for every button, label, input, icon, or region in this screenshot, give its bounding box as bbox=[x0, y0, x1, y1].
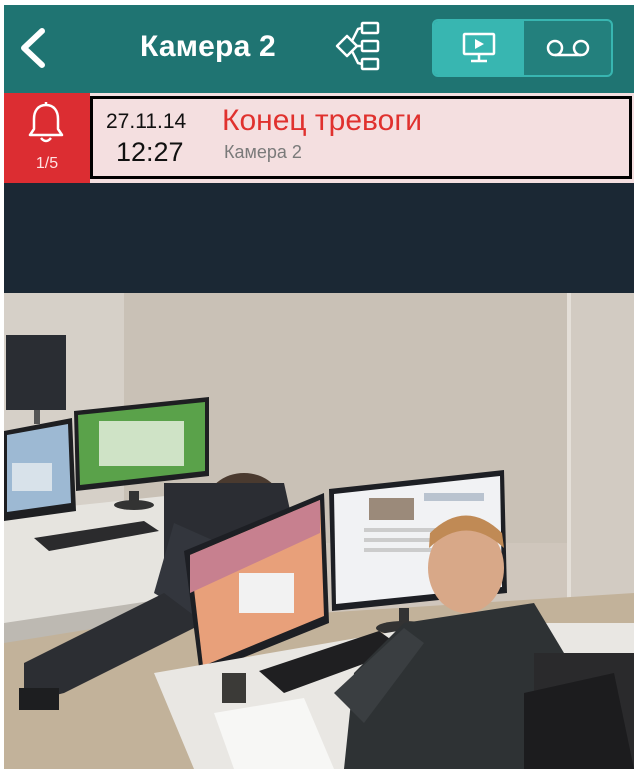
bell-icon bbox=[28, 102, 64, 143]
back-button[interactable] bbox=[14, 23, 54, 73]
alarm-badge[interactable]: 1/5 bbox=[4, 93, 90, 183]
live-monitor-icon bbox=[462, 32, 496, 63]
alarm-time: 12:27 bbox=[116, 137, 184, 167]
camera-tree-button[interactable] bbox=[334, 21, 382, 71]
archive-tape-icon bbox=[546, 39, 589, 57]
top-bar: Камера 2 bbox=[4, 5, 634, 93]
alarm-camera-name: Камера 2 bbox=[224, 142, 302, 162]
alarm-notification[interactable]: 1/5 27.11.14 12:27 Конец тревоги Камера … bbox=[4, 93, 634, 183]
alarm-counter: 1/5 bbox=[35, 155, 59, 172]
camera-title: Камера 2 bbox=[140, 30, 276, 63]
app-screen: Камера 2 1/5 27.11.14 12:27 Конец тревог… bbox=[4, 5, 634, 769]
view-mode-toggle bbox=[432, 19, 613, 77]
chevron-left-icon bbox=[21, 28, 45, 68]
live-mode-button[interactable] bbox=[434, 21, 524, 75]
alarm-event-text: Конец тревоги bbox=[222, 104, 423, 137]
camera-video-frame[interactable] bbox=[4, 293, 634, 769]
video-image bbox=[4, 293, 634, 769]
alarm-date: 27.11.14 bbox=[106, 110, 187, 133]
camera-tree-icon bbox=[335, 21, 380, 71]
archive-mode-button[interactable] bbox=[524, 21, 611, 75]
